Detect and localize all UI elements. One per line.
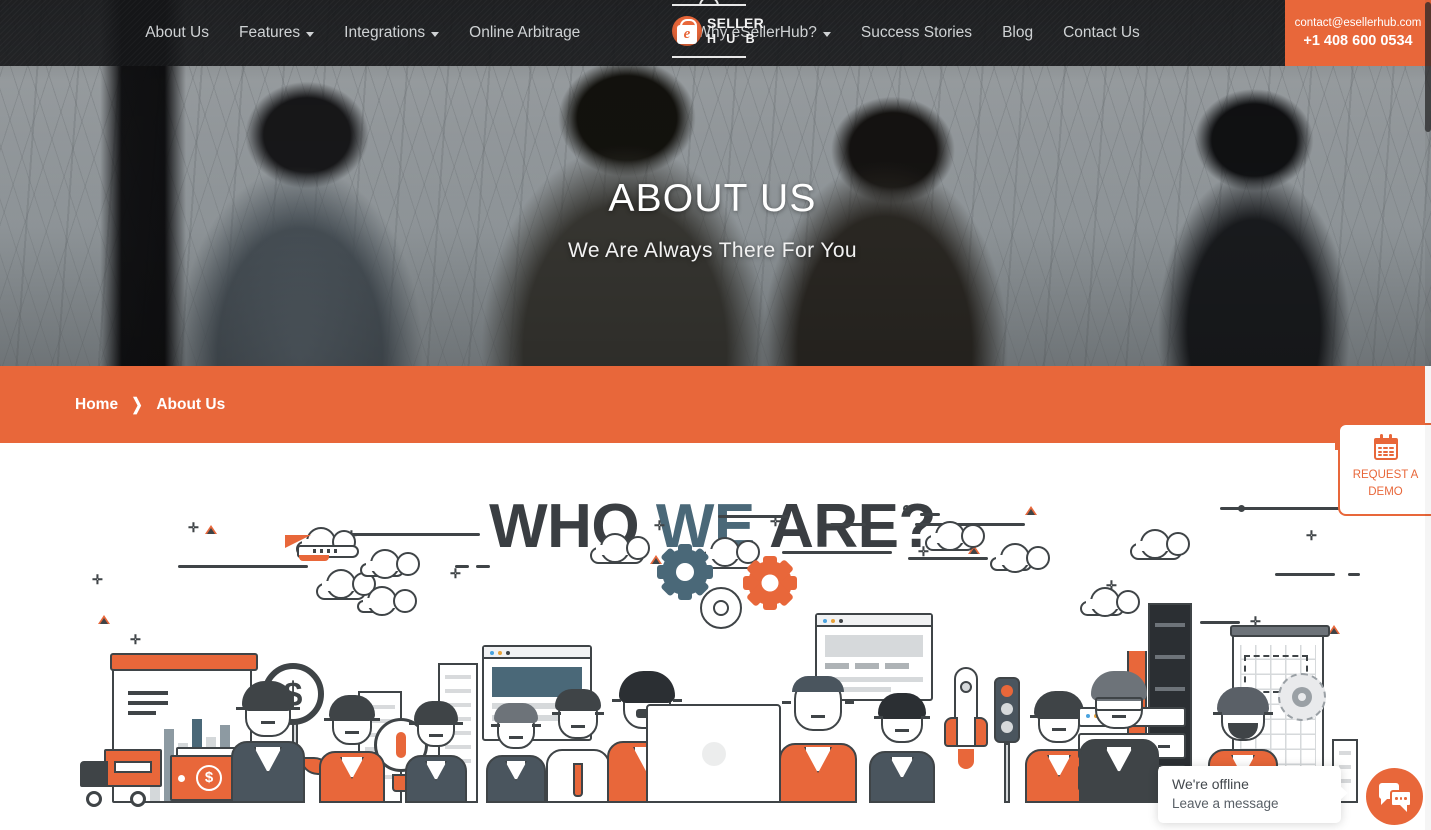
breadcrumb-item-about-us: About Us [156, 395, 226, 413]
airplane-icon [285, 535, 359, 565]
nav-label: Blog [1002, 24, 1034, 41]
person-figure [1070, 671, 1168, 803]
request-demo-label: REQUEST A DEMO [1353, 467, 1419, 500]
header-contact-box[interactable]: contact@esellerhub.com +1 408 600 0534 [1285, 0, 1431, 66]
contact-email[interactable]: contact@esellerhub.com [1295, 17, 1422, 29]
person-figure [770, 676, 866, 803]
page-scrollbar[interactable] [1425, 0, 1431, 830]
decor-plus: ✛ [188, 520, 199, 535]
decor-dash [455, 565, 469, 568]
nav-item-online-arbitrage[interactable]: Online Arbitrage [454, 0, 595, 66]
chevron-down-icon [822, 32, 831, 37]
decor-plus: ✛ [450, 566, 461, 581]
nav-label: Success Stories [860, 24, 973, 41]
nav-label: Features [238, 24, 301, 41]
main-navigation: About Us Features Integrations Online Ar… [0, 0, 1285, 66]
decor-triangle [205, 525, 217, 534]
decor-dash [178, 565, 308, 568]
nav-item-features[interactable]: Features [224, 0, 329, 66]
cloud-icon [1080, 587, 1142, 617]
decor-dash [830, 523, 866, 526]
person-figure [860, 693, 944, 803]
demo-card[interactable]: REQUEST A DEMO [1338, 423, 1431, 516]
decor-dash [718, 515, 788, 518]
site-header: About Us Features Integrations Online Ar… [0, 0, 1431, 66]
scrollbar-thumb[interactable] [1425, 2, 1431, 132]
breadcrumb-item-home[interactable]: Home [75, 396, 118, 414]
nav-label: About Us [145, 24, 209, 41]
hero-subtitle: We Are Always There For You [567, 238, 857, 262]
rocket-icon [944, 667, 988, 803]
logo-rule-top [672, 4, 746, 6]
chat-prompt-text: Leave a message [1172, 796, 1279, 811]
logo-word-seller: SELLER [707, 15, 765, 32]
contact-phone[interactable]: +1 408 600 0534 [1303, 33, 1412, 49]
decor-dash [1220, 507, 1340, 510]
decor-ring [903, 505, 910, 512]
cloud-icon [360, 549, 422, 579]
hero-copy: ABOUT US We Are Always There For You [0, 177, 1425, 263]
logo-wordmark: SELLER H U B [707, 16, 764, 46]
gear-icon [657, 544, 713, 600]
decor-triangle [98, 615, 110, 624]
decor-dash [1200, 621, 1240, 624]
decor-triangle [1025, 506, 1037, 515]
page-title: ABOUT US [608, 177, 817, 220]
gear-icon [700, 587, 742, 629]
calendar-icon [1373, 434, 1398, 461]
decor-dash [340, 533, 480, 536]
breadcrumb-bar: Home ❯ About Us [0, 366, 1425, 443]
nav-label: Online Arbitrage [469, 24, 581, 41]
cloud-icon [990, 543, 1052, 573]
decor-dash [1275, 573, 1335, 576]
request-demo-widget[interactable]: REQUEST A DEMO [1335, 420, 1431, 516]
chat-bubble-front-icon [1390, 790, 1412, 812]
chat-launcher-button[interactable] [1366, 768, 1423, 825]
decor-dash [782, 551, 892, 554]
decor-dash [908, 557, 988, 560]
logo-word-hub: H U B [707, 32, 759, 47]
logo-body: SELLER H U B [672, 11, 764, 51]
chat-status-text: We're offline [1172, 776, 1249, 792]
decor-dash [920, 513, 940, 516]
logo-rule-bottom [672, 56, 746, 58]
nav-item-integrations[interactable]: Integrations [329, 0, 454, 66]
demo-label-line2: DEMO [1368, 486, 1403, 498]
chevron-right-icon: ❯ [131, 395, 143, 414]
decor-dash [476, 565, 490, 568]
cloud-icon [316, 569, 378, 600]
cloud-icon [925, 521, 987, 551]
demo-label-line1: REQUEST A [1352, 469, 1419, 482]
cloud-icon [590, 533, 652, 564]
decor-plus: ✛ [654, 518, 665, 533]
chat-status-bubble[interactable]: We're offline Leave a message [1158, 766, 1348, 823]
delivery-truck-icon [80, 749, 162, 807]
decor-plus: ✛ [130, 632, 141, 647]
cloud-icon [1130, 529, 1192, 560]
chevron-down-icon [431, 32, 440, 37]
decor-plus: ✛ [92, 572, 103, 587]
esellerhub-lock-icon [672, 16, 702, 46]
decor-dash [1348, 573, 1360, 576]
logo-spacer [595, 0, 681, 66]
laptop-icon [646, 704, 781, 803]
nav-label: Contact Us [1063, 24, 1140, 41]
breadcrumb: Home ❯ About Us [75, 396, 225, 414]
cloud-icon [357, 586, 419, 616]
nav-item-blog[interactable]: Blog [987, 0, 1048, 66]
gear-icon [743, 556, 797, 610]
nav-label: Integrations [344, 24, 426, 41]
chevron-down-icon [306, 32, 315, 37]
nav-item-contact-us[interactable]: Contact Us [1048, 0, 1155, 66]
site-logo[interactable]: SELLER H U B [672, 0, 764, 58]
nav-item-success-stories[interactable]: Success Stories [846, 0, 987, 66]
nav-item-about-us[interactable]: About Us [130, 0, 224, 66]
decor-plus: ✛ [1306, 528, 1317, 543]
